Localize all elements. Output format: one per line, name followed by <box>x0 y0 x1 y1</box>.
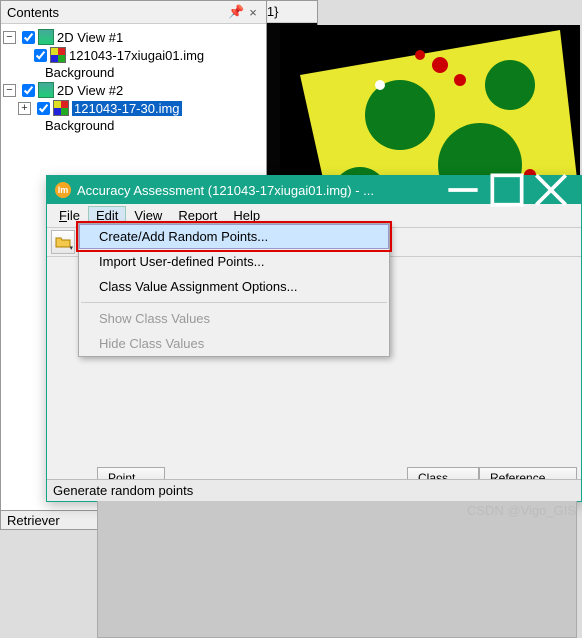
maximize-button[interactable] <box>485 176 529 204</box>
tree-item-bg1[interactable]: Background <box>3 64 264 81</box>
pin-icon[interactable]: 📌 <box>228 4 242 20</box>
status-bar: Generate random points <box>47 479 581 501</box>
menu-separator <box>81 302 387 303</box>
close-button[interactable] <box>529 176 573 204</box>
app-icon: lm <box>55 182 71 198</box>
tree-label: Background <box>45 65 114 80</box>
tree-label: 2D View #1 <box>57 30 123 45</box>
tree-item-img2[interactable]: + 121043-17-30.img <box>3 99 264 117</box>
raster-icon <box>53 100 69 116</box>
tree-view-1[interactable]: − 2D View #1 <box>3 28 264 46</box>
checkbox[interactable] <box>37 102 50 115</box>
close-icon[interactable]: × <box>246 5 260 20</box>
retriever-label: Retriever <box>7 513 60 528</box>
minimize-button[interactable] <box>441 176 485 204</box>
collapse-icon[interactable]: − <box>3 31 16 44</box>
tree-label-selected: 121043-17-30.img <box>72 101 182 116</box>
checkbox[interactable] <box>34 49 47 62</box>
tree-label: 2D View #2 <box>57 83 123 98</box>
contents-title: Contents <box>7 5 59 20</box>
tree-item-bg2[interactable]: Background <box>3 117 264 134</box>
tree-label: 121043-17xiugai01.img <box>69 48 204 63</box>
layers-icon <box>38 82 54 98</box>
table-body[interactable] <box>97 486 577 638</box>
menu-hide-class-values: Hide Class Values <box>79 331 389 356</box>
menu-import-points[interactable]: Import User-defined Points... <box>79 249 389 274</box>
checkbox[interactable] <box>22 84 35 97</box>
tree-view-2[interactable]: − 2D View #2 <box>3 81 264 99</box>
accuracy-title-bar[interactable]: lm Accuracy Assessment (121043-17xiugai0… <box>47 176 581 204</box>
layers-icon <box>38 29 54 45</box>
raster-icon <box>50 47 66 63</box>
collapse-icon[interactable]: − <box>3 84 16 97</box>
tree-label: Background <box>45 118 114 133</box>
menu-class-assignment[interactable]: Class Value Assignment Options... <box>79 274 389 299</box>
window-title: Accuracy Assessment (121043-17xiugai01.i… <box>77 183 441 198</box>
menu-create-random-points[interactable]: Create/Add Random Points... <box>79 224 389 249</box>
menu-show-class-values: Show Class Values <box>79 306 389 331</box>
checkbox[interactable] <box>22 31 35 44</box>
expand-icon[interactable]: + <box>18 102 31 115</box>
open-button[interactable]: ▾ <box>51 230 75 254</box>
contents-title-bar: Contents 📌 × <box>1 1 266 24</box>
tree-item-img1[interactable]: 121043-17xiugai01.img <box>3 46 264 64</box>
chevron-down-icon: ▾ <box>69 244 73 252</box>
status-text: Generate random points <box>53 483 193 498</box>
edit-dropdown: Create/Add Random Points... Import User-… <box>78 223 390 357</box>
